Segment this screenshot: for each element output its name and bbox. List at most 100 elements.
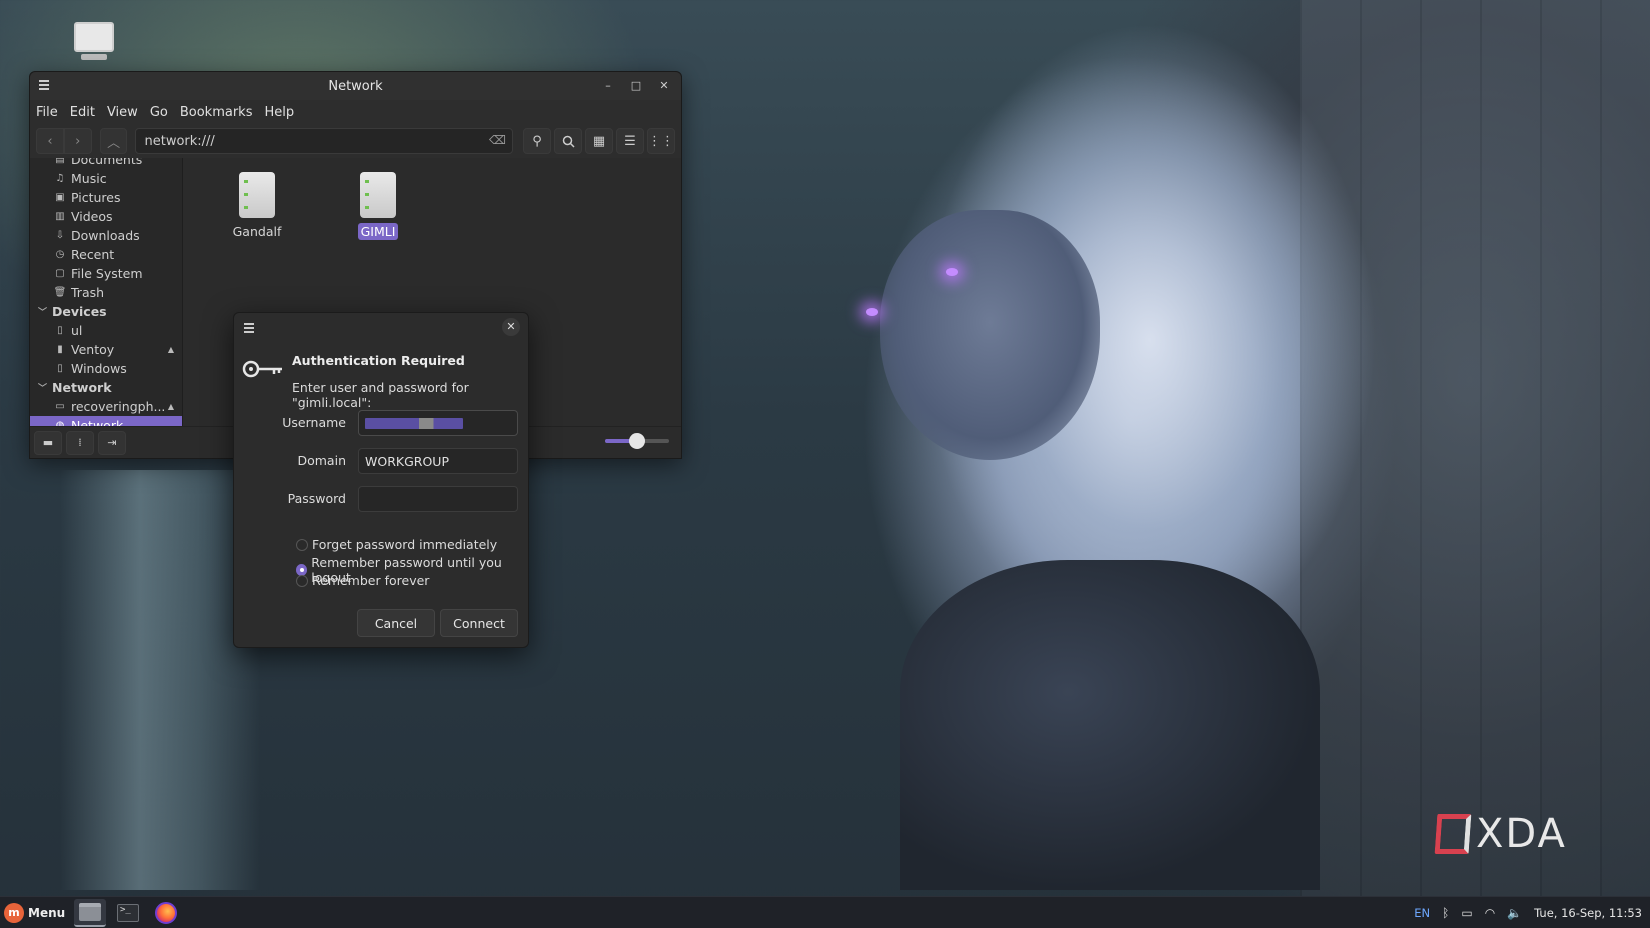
window-title: Network <box>328 79 383 94</box>
sidebar-item-downloads[interactable]: ⇩ Downloads <box>30 226 182 245</box>
radio-remember-forever[interactable]: Remember forever <box>296 573 429 588</box>
display-icon[interactable]: ▭ <box>1461 906 1472 920</box>
show-treeview-button[interactable]: ⁞ <box>66 430 94 455</box>
keyboard-layout-indicator[interactable]: EN <box>1414 906 1430 920</box>
minimize-button[interactable]: – <box>599 78 617 94</box>
section-label: Network <box>52 380 112 395</box>
sidebar-item-label: File System <box>71 266 143 281</box>
sidebar-item-windows[interactable]: ▯ Windows <box>30 359 182 378</box>
chevron-left-icon: ‹ <box>47 133 53 149</box>
domain-field[interactable]: WORKGROUP <box>358 448 518 474</box>
filesystem-icon: ▢ <box>55 268 65 279</box>
eject-icon[interactable]: ▲ <box>168 345 174 354</box>
volume-icon[interactable]: 🔈 <box>1507 906 1522 920</box>
sidebar-item-videos[interactable]: ▥ Videos <box>30 207 182 226</box>
menu-file[interactable]: File <box>36 105 58 120</box>
wallpaper-waterfall <box>60 470 260 890</box>
zoom-slider-knob[interactable] <box>629 433 645 449</box>
download-icon: ⇩ <box>55 230 65 241</box>
pin-location-button[interactable]: ⚲ <box>523 128 551 154</box>
username-field[interactable] <box>358 410 518 436</box>
sidebar-item-label: Videos <box>71 209 113 224</box>
tree-icon: ⁞ <box>78 436 82 449</box>
sidebar-item-music[interactable]: ♫ Music <box>30 169 182 188</box>
sidebar: ▤ Documents ♫ Music ▣ Pictures ▥ Videos ⇩ Dow… <box>30 158 183 426</box>
sidebar-item-recoveringph[interactable]: ▭ recoveringph... ▲ <box>30 397 182 416</box>
password-field[interactable] <box>358 486 518 512</box>
bluetooth-icon[interactable]: ᛒ <box>1442 906 1449 920</box>
maximize-button[interactable]: □ <box>627 78 645 94</box>
up-button[interactable]: ︿ <box>99 128 128 154</box>
taskbar-files-app[interactable] <box>74 898 106 927</box>
close-button[interactable]: ✕ <box>655 78 673 94</box>
radio-button[interactable] <box>296 538 308 551</box>
sidebar-item-file-system[interactable]: ▢ File System <box>30 264 182 283</box>
dialog-titlebar[interactable]: ✕ <box>234 313 528 341</box>
radio-button[interactable] <box>296 574 308 587</box>
clear-location-icon[interactable]: ⌫ <box>489 133 506 147</box>
taskbar: m Menu >_ EN ᛒ ▭ ◠ 🔈 Tue, 16-Sep, 11:53 <box>0 896 1650 928</box>
connect-button[interactable]: Connect <box>440 609 518 637</box>
menu-edit[interactable]: Edit <box>70 105 95 120</box>
pictures-icon: ▣ <box>55 192 65 203</box>
search-button[interactable] <box>554 128 582 154</box>
wallpaper-eye <box>866 308 878 316</box>
menu-bookmarks[interactable]: Bookmarks <box>180 105 253 120</box>
eject-icon[interactable]: ▲ <box>168 402 174 411</box>
icon-view-button[interactable]: ▦ <box>585 128 613 154</box>
taskbar-firefox-app[interactable] <box>150 899 182 927</box>
password-label: Password <box>287 491 346 506</box>
sidebar-item-label: Downloads <box>71 228 140 243</box>
server-label: Gandalf <box>232 224 282 239</box>
wallpaper-eye <box>946 268 958 276</box>
show-places-button[interactable]: ▬ <box>34 430 62 455</box>
sidebar-item-ventoy[interactable]: ▮ Ventoy ▲ <box>30 340 182 359</box>
menu-view[interactable]: View <box>107 105 138 120</box>
drive-icon: ▯ <box>57 363 63 374</box>
sidebar-item-label: Trash <box>71 285 105 300</box>
sidebar-item-trash[interactable]: 🗑 Trash <box>30 283 182 302</box>
taskbar-terminal-app[interactable]: >_ <box>112 899 144 927</box>
forward-button[interactable]: › <box>63 128 92 154</box>
location-bar[interactable]: network:/// ⌫ <box>135 128 513 154</box>
back-button[interactable]: ‹ <box>36 128 64 154</box>
sidebar-item-pictures[interactable]: ▣ Pictures <box>30 188 182 207</box>
toggle-sidebar-button[interactable]: ⇥ <box>98 430 126 455</box>
toolbar: ‹ › ︿ network:/// ⌫ ⚲ ▦ ☰ ⋮⋮ <box>30 124 681 158</box>
compact-view-button[interactable]: ⋮⋮ <box>647 128 675 154</box>
dialog-menu-icon[interactable] <box>244 323 254 335</box>
sidebar-item-label: Music <box>71 171 107 186</box>
list-icon: ☰ <box>624 133 636 149</box>
xda-watermark: XDA <box>1434 811 1567 857</box>
clock[interactable]: Tue, 16-Sep, 11:53 <box>1534 906 1642 920</box>
sidebar-item-documents[interactable]: ▤ Documents <box>30 158 182 169</box>
desktop-computer-icon[interactable] <box>74 22 114 64</box>
folder-icon: ▭ <box>55 401 65 412</box>
folder-icon: ▬ <box>42 436 54 449</box>
sidebar-section-network[interactable]: ﹀ Network <box>30 378 182 397</box>
chevron-down-icon: ﹀ <box>38 384 48 394</box>
sidebar-item-network[interactable]: ◍ Network <box>30 416 182 426</box>
chevron-right-icon: › <box>75 133 81 149</box>
firefox-icon <box>155 901 177 924</box>
trash-icon: 🗑 <box>53 287 67 298</box>
network-server-item[interactable]: Gandalf <box>227 172 287 240</box>
document-icon: ▤ <box>55 158 65 165</box>
dialog-title: Authentication Required <box>292 353 465 368</box>
start-menu-button[interactable]: m Menu <box>0 902 68 923</box>
dialog-close-button[interactable]: ✕ <box>502 318 520 336</box>
radio-forget-immediately[interactable]: Forget password immediately <box>296 537 497 552</box>
terminal-icon: >_ <box>117 903 139 922</box>
sidebar-item-ul[interactable]: ▯ ul <box>30 321 182 340</box>
cancel-button[interactable]: Cancel <box>357 609 435 637</box>
list-view-button[interactable]: ☰ <box>616 128 644 154</box>
sidebar-section-devices[interactable]: ﹀ Devices <box>30 302 182 321</box>
zoom-slider[interactable] <box>605 433 669 449</box>
titlebar[interactable]: Network – □ ✕ <box>30 72 681 100</box>
menu-help[interactable]: Help <box>264 105 294 120</box>
sidebar-item-recent[interactable]: ◷ Recent <box>30 245 182 264</box>
server-icon <box>360 172 396 218</box>
network-server-item[interactable]: GIMLI <box>348 172 408 240</box>
menu-go[interactable]: Go <box>150 105 168 120</box>
wifi-icon[interactable]: ◠ <box>1485 906 1495 920</box>
